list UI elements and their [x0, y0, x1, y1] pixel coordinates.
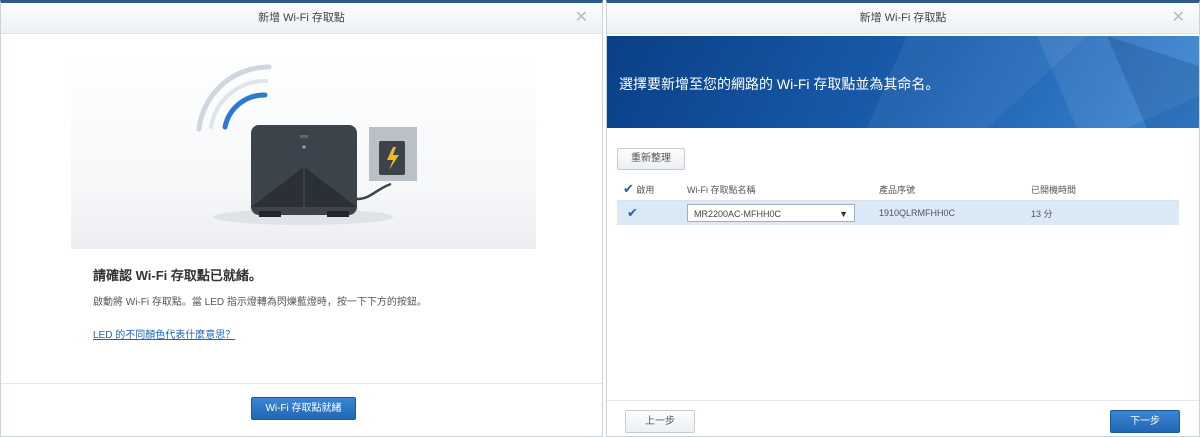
next-button[interactable]: 下一步: [1110, 410, 1180, 433]
check-icon[interactable]: ✔: [623, 181, 634, 196]
router-icon: [251, 125, 357, 217]
serial-cell: 1910QLRMFHH0C: [873, 200, 1025, 225]
column-header-enabled: 啟用: [636, 185, 655, 195]
ap-name-value: MR2200AC-MFHH0C: [694, 209, 782, 219]
dialog-titlebar: 新增 Wi-Fi 存取點 ✕: [607, 3, 1199, 34]
column-header-ap-name: Wi-Fi 存取點名稱: [687, 184, 756, 195]
wifi-ap-ready-button[interactable]: Wi-Fi 存取點就緒: [251, 397, 356, 420]
check-icon[interactable]: ✔: [627, 205, 638, 220]
back-button[interactable]: 上一步: [625, 410, 695, 433]
table-row[interactable]: ✔ MR2200AC-MFHH0C ▼ 1910QLRMFHH0C 13 分: [617, 200, 1179, 225]
footer-divider: [1, 383, 602, 384]
rescan-button[interactable]: 重新整理: [617, 148, 685, 170]
table-header: ✔ 啟用 Wi-Fi 存取點名稱 產品序號 已開機時間: [617, 178, 1179, 201]
dialog-titlebar: 新增 Wi-Fi 存取點 ✕: [1, 3, 602, 34]
router-illustration: [71, 49, 536, 249]
dialog-title: 新增 Wi-Fi 存取點: [258, 12, 345, 24]
chevron-down-icon[interactable]: ▼: [839, 205, 848, 223]
close-icon[interactable]: ✕: [575, 3, 588, 33]
led-color-help-link[interactable]: LED 的不同顏色代表什麼意思？: [93, 326, 235, 341]
wifi-signal-icon: [196, 64, 272, 132]
banner-instruction: 選擇要新增至您的網路的 Wi-Fi 存取點並為其命名。: [619, 76, 940, 92]
power-plug-icon: [369, 127, 417, 181]
close-icon[interactable]: ✕: [1172, 3, 1185, 33]
uptime-cell: 13 分: [1025, 200, 1179, 225]
ap-name-select[interactable]: MR2200AC-MFHH0C ▼: [687, 204, 855, 222]
ready-heading: 請確認 Wi-Fi 存取點已就緒。: [93, 268, 262, 283]
wifi-ap-table: ✔ 啟用 Wi-Fi 存取點名稱 產品序號 已開機時間 ✔ MR2200AC-M…: [617, 178, 1179, 225]
column-header-serial: 產品序號: [879, 184, 916, 195]
add-wifi-ap-dialog-right: 新增 Wi-Fi 存取點 ✕ 選擇要新增至您的網路的 Wi-Fi 存取點並為其命…: [606, 0, 1200, 437]
ready-description: 啟動將 Wi-Fi 存取點。當 LED 指示燈轉為閃爍藍燈時，按一下下方的按鈕。: [93, 297, 427, 308]
add-wifi-ap-dialog-left: 新增 Wi-Fi 存取點 ✕ 請確認 Wi-Fi 存取點已就緒。 啟動將 Wi-…: [0, 0, 603, 437]
column-header-uptime: 已開機時間: [1031, 184, 1077, 195]
dialog-title: 新增 Wi-Fi 存取點: [859, 12, 947, 24]
footer-divider: [607, 400, 1199, 401]
header-banner: 選擇要新增至您的網路的 Wi-Fi 存取點並為其命名。: [607, 36, 1199, 128]
